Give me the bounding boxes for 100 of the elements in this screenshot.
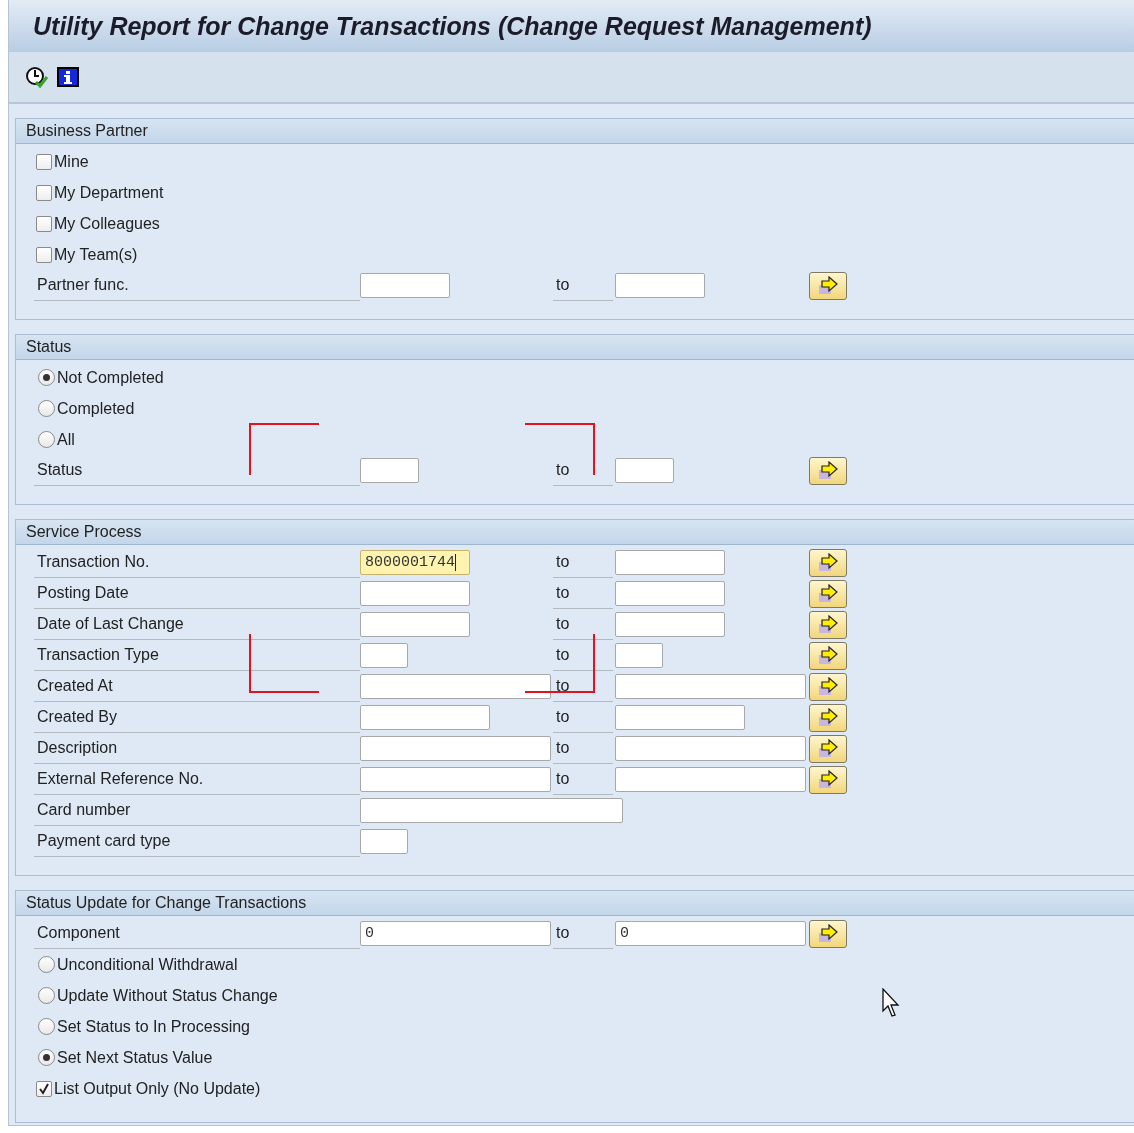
multiple-selection-button[interactable] [809, 456, 847, 485]
range-label: to [553, 547, 613, 578]
radio-button[interactable] [38, 1049, 55, 1066]
arrow-icon [817, 583, 839, 604]
radio-button[interactable] [38, 987, 55, 1004]
arrow-icon [817, 738, 839, 759]
section-header: Status [16, 335, 1134, 360]
arrow-icon [817, 707, 839, 728]
range-label: to [553, 455, 613, 486]
radio-label: All [57, 430, 75, 449]
input-field[interactable] [360, 643, 408, 668]
field-label: Created At [34, 671, 360, 702]
input-field[interactable] [360, 736, 551, 761]
multiple-selection-button[interactable] [809, 579, 847, 608]
checkbox[interactable] [36, 246, 52, 263]
multiple-selection-button[interactable] [809, 271, 847, 300]
range-label: to [553, 733, 613, 764]
radio-button[interactable] [38, 956, 55, 973]
input-field[interactable] [615, 581, 725, 606]
range-label: to [553, 270, 613, 301]
field-label: Created By [34, 702, 360, 733]
field-label: Card number [34, 795, 360, 826]
input-field[interactable] [615, 643, 663, 668]
input-field[interactable] [615, 550, 725, 575]
input-field[interactable] [360, 581, 470, 606]
field-label: Payment card type [34, 826, 360, 857]
multiple-selection-button[interactable] [809, 734, 847, 763]
section-header: Status Update for Change Transactions [16, 891, 1134, 916]
radio-button[interactable] [38, 369, 55, 386]
checkbox-label: My Colleagues [54, 214, 160, 233]
input-field[interactable]: 0 [360, 921, 551, 946]
radio-button[interactable] [38, 1018, 55, 1035]
range-label: to [553, 702, 613, 733]
range-label: to [553, 578, 613, 609]
input-field[interactable] [360, 829, 408, 854]
multiple-selection-button[interactable] [809, 703, 847, 732]
multiple-selection-button[interactable] [809, 610, 847, 639]
radio-label: Update Without Status Change [57, 986, 278, 1005]
input-field[interactable] [360, 705, 490, 730]
window-title: Utility Report for Change Transactions (Change Request Management) [9, 0, 1134, 52]
input-field[interactable] [360, 767, 551, 792]
arrow-icon [817, 923, 839, 944]
section-header: Service Process [16, 520, 1134, 545]
radio-label: Completed [57, 399, 135, 418]
input-field[interactable] [615, 705, 745, 730]
input-field[interactable] [615, 736, 806, 761]
multiple-selection-button[interactable] [809, 672, 847, 701]
mouse-cursor-icon [882, 988, 902, 1018]
section-header: Business Partner [16, 119, 1134, 144]
checkbox-label: List Output Only (No Update) [54, 1079, 261, 1098]
annotation-bracket [249, 423, 319, 475]
radio-label: Not Completed [57, 368, 164, 387]
range-label: to [553, 671, 613, 702]
field-label: Partner func. [34, 270, 360, 301]
arrow-icon [817, 769, 839, 790]
annotation-bracket [525, 423, 595, 475]
input-field[interactable] [360, 674, 551, 699]
checkbox[interactable] [36, 184, 52, 201]
input-field[interactable] [615, 458, 674, 483]
input-field[interactable] [360, 458, 419, 483]
radio-button[interactable] [38, 431, 55, 448]
field-label: Date of Last Change [34, 609, 360, 640]
radio-label: Set Status to In Processing [57, 1017, 250, 1036]
input-field[interactable] [615, 612, 725, 637]
range-label: to [553, 764, 613, 795]
input-field[interactable] [615, 273, 705, 298]
arrow-icon [817, 645, 839, 666]
annotation-bracket [525, 634, 595, 693]
range-label: to [553, 918, 613, 949]
field-label: Posting Date [34, 578, 360, 609]
range-label: to [553, 609, 613, 640]
checkbox-label: My Team(s) [54, 245, 138, 264]
field-label: Transaction Type [34, 640, 360, 671]
checkbox-label: My Department [54, 183, 164, 202]
input-field[interactable] [360, 612, 470, 637]
input-field[interactable]: 8000001744 [360, 550, 470, 575]
input-field[interactable]: 0 [615, 921, 806, 946]
info-icon[interactable] [57, 67, 79, 87]
input-field[interactable] [615, 767, 806, 792]
checkbox[interactable] [36, 153, 52, 170]
multiple-selection-button[interactable] [809, 641, 847, 670]
input-field[interactable] [615, 674, 806, 699]
input-field[interactable] [360, 798, 623, 823]
range-label: to [553, 640, 613, 671]
annotation-bracket [249, 634, 319, 693]
radio-button[interactable] [38, 400, 55, 417]
arrow-icon [817, 552, 839, 573]
clock-check-icon[interactable] [25, 66, 49, 88]
field-label: Description [34, 733, 360, 764]
checkbox-label: Mine [54, 152, 89, 171]
checkbox[interactable] [36, 1080, 52, 1097]
multiple-selection-button[interactable] [809, 548, 847, 577]
field-label: Component [34, 918, 360, 949]
radio-label: Unconditional Withdrawal [57, 955, 238, 974]
checkbox[interactable] [36, 215, 52, 232]
field-label: Status [34, 455, 360, 486]
arrow-icon [817, 676, 839, 697]
input-field[interactable] [360, 273, 450, 298]
multiple-selection-button[interactable] [809, 765, 847, 794]
multiple-selection-button[interactable] [809, 919, 847, 948]
